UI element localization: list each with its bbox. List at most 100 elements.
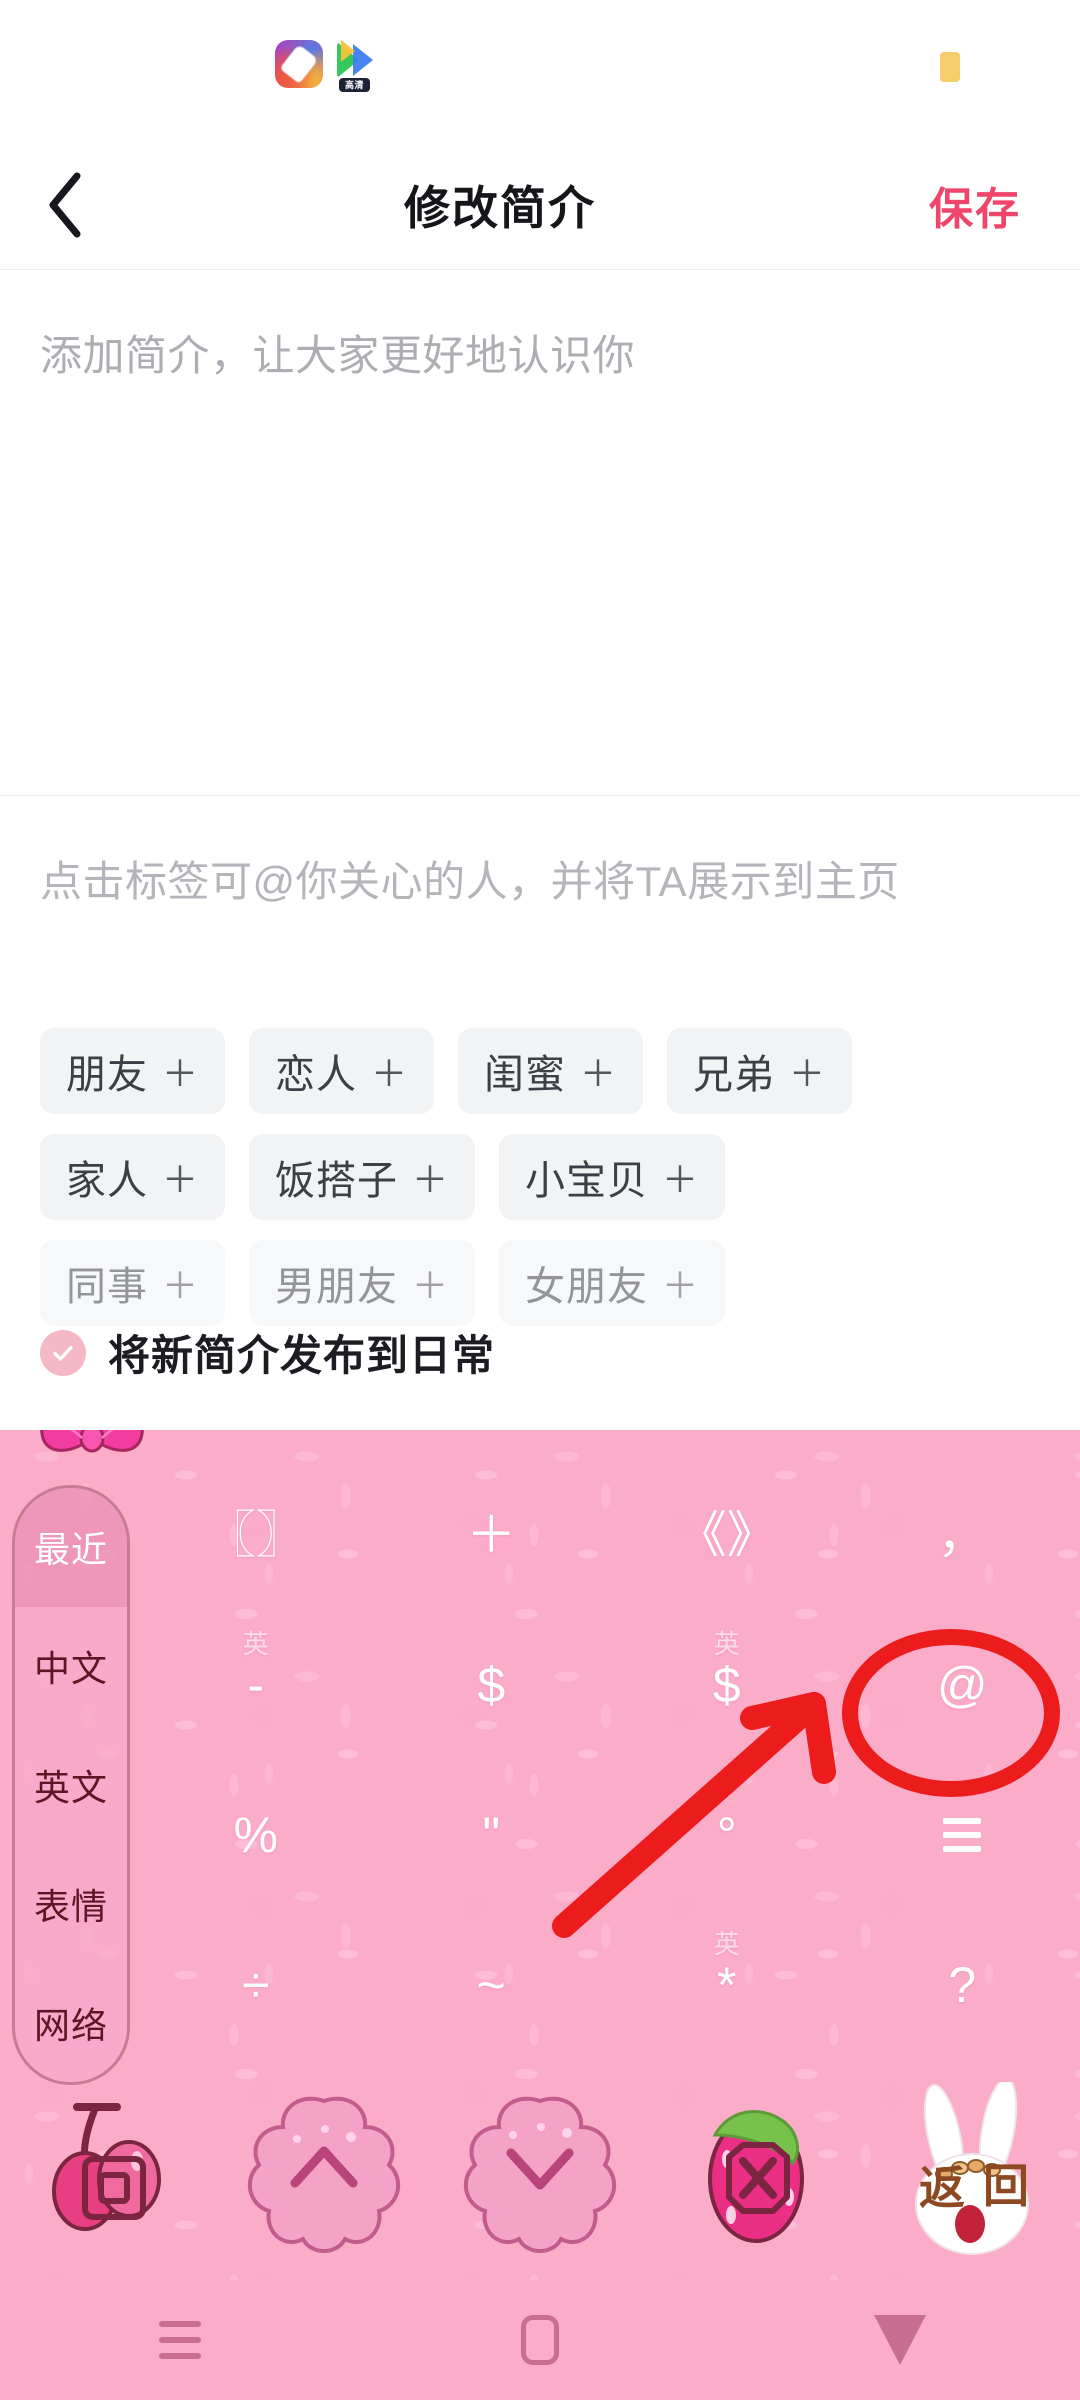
page-down-key[interactable]	[432, 2087, 648, 2257]
key-symbol: "	[482, 1807, 501, 1863]
tag-chip[interactable]: 女朋友 ＋	[499, 1240, 726, 1326]
publish-to-daily-label: 将新简介发布到日常	[108, 1332, 496, 1379]
tag-chip[interactable]: 朋友 ＋	[40, 1028, 226, 1114]
keyboard-tab-3[interactable]: 表情	[15, 1844, 127, 1963]
tag-row: 家人 ＋ 饭搭子 ＋ 小宝贝 ＋	[40, 1134, 1050, 1220]
tag-chip[interactable]: 小宝贝 ＋	[499, 1134, 726, 1220]
tag-chip[interactable]: 家人 ＋	[40, 1134, 226, 1220]
more-symbols-icon	[943, 1818, 982, 1852]
divide-key[interactable]: ÷	[138, 1910, 374, 2060]
tag-chip-label: 兄弟	[693, 1053, 776, 1097]
checkbox-checked-icon[interactable]	[40, 1329, 86, 1376]
at-sign-key[interactable]: @	[845, 1610, 1080, 1760]
bracket-key[interactable]: 〖〗	[138, 1460, 374, 1610]
delete-key[interactable]	[648, 2087, 864, 2257]
tag-chip-label: 家人	[66, 1159, 148, 1203]
paint-app-icon	[275, 40, 323, 88]
dollar-key[interactable]: $	[374, 1610, 610, 1760]
question-mark-key[interactable]: ?	[845, 1910, 1080, 2060]
degree-key[interactable]: °	[609, 1760, 845, 1910]
asterisk-key[interactable]: 英 *	[609, 1910, 845, 2060]
tag-chip-label: 恋人	[275, 1053, 358, 1097]
tag-row: 朋友 ＋ 恋人 ＋ 闺蜜 ＋ 兄弟 ＋	[40, 1028, 1050, 1114]
symbol-key-grid: 〖〗＋《》，英 - $ 英 $ @% " ° ÷ ~ 英 *?	[138, 1460, 1080, 2060]
triangle-down-icon	[874, 2315, 926, 2365]
tag-add-icon: ＋	[789, 1053, 827, 1094]
percent-key[interactable]: %	[138, 1760, 374, 1910]
keyboard-tab-0[interactable]: 最近	[15, 1488, 127, 1607]
phone-screen: 高清 修改简介 保存 添加简介，让大家更好地认识你 点击标签可@你关心的人，并将…	[0, 0, 1080, 2400]
comma-key[interactable]: ，	[845, 1460, 1080, 1610]
bio-editor[interactable]: 添加简介，让大家更好地认识你	[0, 271, 1080, 796]
page-title: 修改简介	[404, 181, 596, 234]
key-symbol: °	[716, 1807, 737, 1863]
tag-chip[interactable]: 饭搭子 ＋	[249, 1134, 476, 1220]
key-sub-label: 英	[242, 1629, 269, 1659]
tag-row: 同事 ＋ 男朋友 ＋ 女朋友 ＋	[40, 1240, 1050, 1326]
dollar-en-key[interactable]: 英 $	[609, 1610, 845, 1760]
back-button-nav[interactable]	[720, 2315, 1080, 2365]
enter-key[interactable]	[0, 2087, 216, 2257]
keyboard-category-sidebar: 最近 中文 英文 表情 网络	[12, 1485, 130, 2085]
return-key-char-1: 返	[919, 2162, 965, 2214]
tag-chip-label: 同事	[66, 1265, 148, 1309]
key-symbol: %	[233, 1807, 278, 1863]
key-symbol: 《》	[676, 1507, 777, 1563]
square-icon	[521, 2315, 559, 2365]
tag-chip-label: 男朋友	[275, 1265, 399, 1309]
key-symbol: ，	[937, 1507, 988, 1563]
tag-chip-label: 小宝贝	[525, 1159, 649, 1203]
tag-chip-label: 饭搭子	[275, 1159, 399, 1203]
key-sub-label: 英	[713, 1629, 740, 1659]
publish-to-daily-row[interactable]: 将新简介发布到日常	[40, 1322, 495, 1383]
tag-chip[interactable]: 同事 ＋	[40, 1240, 226, 1326]
key-symbol: ~	[476, 1957, 506, 2013]
back-button[interactable]	[0, 140, 130, 270]
tag-list: 朋友 ＋ 恋人 ＋ 闺蜜 ＋ 兄弟 ＋ 家人 ＋ 饭搭子 ＋ 小宝贝 ＋ 同事 ＋ 男朋友 ＋ 女朋友 ＋	[40, 1028, 1050, 1346]
return-key-char-2: 回	[983, 2160, 1029, 2212]
key-symbol: 〖〗	[205, 1507, 306, 1563]
pink-bow-icon	[32, 1430, 152, 1476]
plus-key[interactable]: ＋	[374, 1460, 610, 1610]
bio-placeholder: 添加简介，让大家更好地认识你	[40, 332, 636, 379]
keyboard-tab-2[interactable]: 英文	[15, 1726, 127, 1845]
recents-button[interactable]	[0, 2321, 360, 2359]
hyphen-key[interactable]: 英-	[138, 1610, 374, 1760]
tag-chip-label: 朋友	[66, 1053, 148, 1097]
status-bar: 高清	[0, 0, 1080, 140]
battery-icon	[940, 52, 960, 82]
key-symbol: @	[936, 1657, 988, 1713]
key-symbol: ?	[948, 1957, 977, 2013]
symbol-keyboard: 最近 中文 英文 表情 网络 〖〗＋《》，英 - $ 英 $ @% " ° ÷ ~ 英 *?	[0, 1430, 1080, 2280]
status-bar-app-icons: 高清	[275, 40, 389, 98]
tag-chip[interactable]: 男朋友 ＋	[249, 1240, 476, 1326]
more-symbols-key[interactable]	[845, 1760, 1080, 1910]
tag-add-icon: ＋	[371, 1053, 409, 1094]
key-symbol: $	[477, 1657, 506, 1713]
key-sub-label: 英	[713, 1929, 740, 1959]
tag-add-icon: ＋	[412, 1265, 450, 1306]
tag-add-icon: ＋	[162, 1159, 200, 1200]
menu-icon	[159, 2321, 201, 2359]
keyboard-tab-1[interactable]: 中文	[15, 1607, 127, 1726]
angle-bracket-key[interactable]: 《》	[609, 1460, 845, 1610]
tag-add-icon: ＋	[580, 1053, 618, 1094]
tag-chip[interactable]: 兄弟 ＋	[667, 1028, 853, 1114]
quote-key[interactable]: "	[374, 1760, 610, 1910]
home-button[interactable]	[360, 2315, 720, 2365]
keyboard-tab-4[interactable]: 网络	[15, 1963, 127, 2082]
tag-add-icon: ＋	[162, 1265, 200, 1306]
tag-chip[interactable]: 闺蜜 ＋	[458, 1028, 644, 1114]
tilde-key[interactable]: ~	[374, 1910, 610, 2060]
key-symbol: -	[247, 1657, 265, 1713]
key-symbol: ÷	[242, 1957, 270, 2013]
tag-chip[interactable]: 恋人 ＋	[249, 1028, 435, 1114]
save-button[interactable]: 保存	[870, 173, 1080, 237]
return-key[interactable]: 返 回	[864, 2082, 1080, 2262]
video-quality-badge: 高清	[339, 78, 371, 92]
page-up-key[interactable]	[216, 2087, 432, 2257]
tag-add-icon: ＋	[662, 1159, 700, 1200]
key-symbol: *	[717, 1957, 737, 2013]
keyboard-function-row: 返 回	[0, 2082, 1080, 2262]
tag-add-icon: ＋	[412, 1159, 450, 1200]
